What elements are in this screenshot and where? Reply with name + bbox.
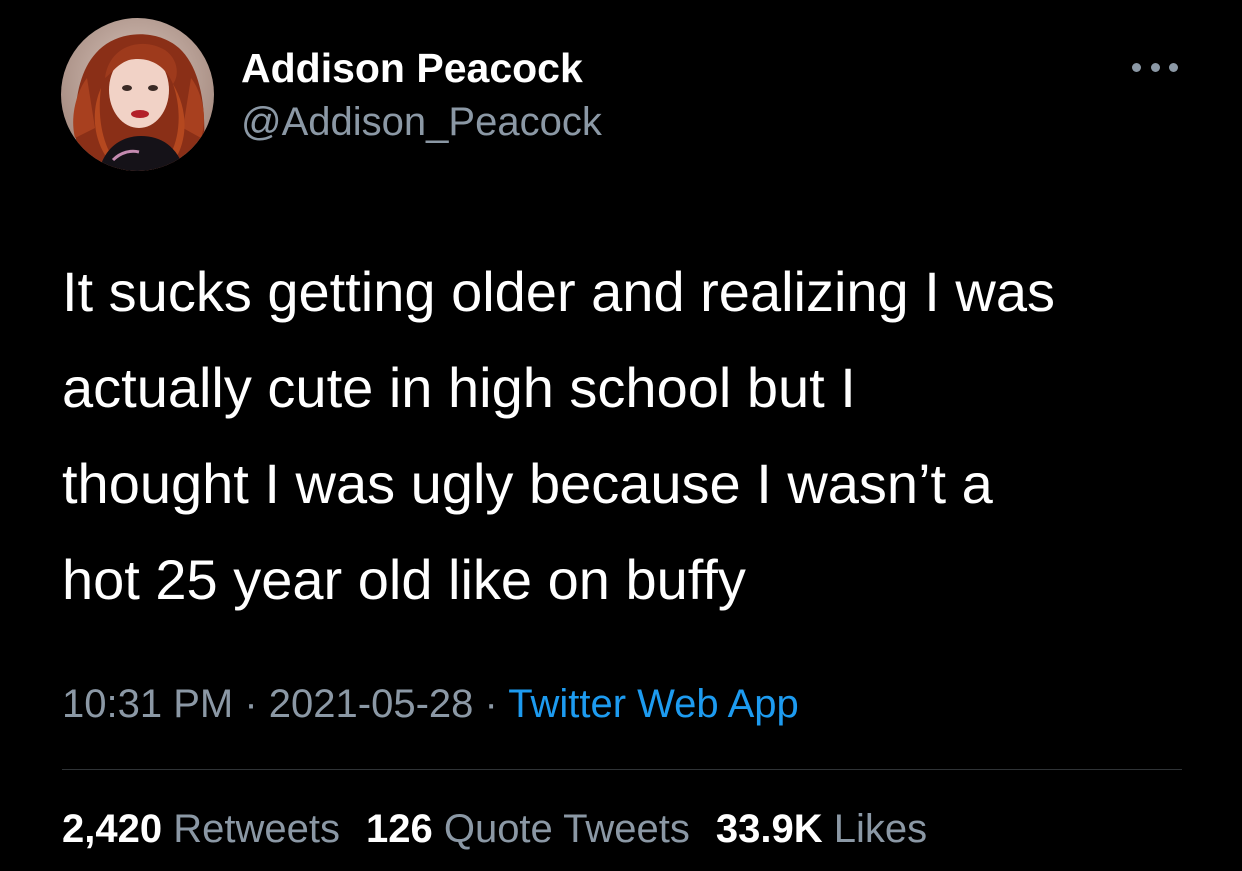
profile-photo-icon: [61, 18, 214, 171]
likes-label: Likes: [833, 807, 928, 851]
tweet-text-line: hot 25 year old like on buffy: [62, 548, 746, 611]
tweet-text: It sucks getting older and realizing I w…: [62, 244, 1202, 628]
meta-separator: ·: [484, 682, 509, 726]
divider: [62, 769, 1182, 770]
tweet-stats: 2,420 Retweets 126 Quote Tweets 33.9K Li…: [62, 805, 953, 853]
more-dot: [1150, 62, 1160, 72]
tweet-text-line: It sucks getting older and realizing I w…: [62, 260, 1055, 323]
tweet-text-line: thought I was ugly because I wasn’t a: [62, 452, 993, 515]
retweets-stat[interactable]: 2,420 Retweets: [62, 805, 340, 853]
likes-stat[interactable]: 33.9K Likes: [716, 805, 927, 853]
more-dot: [1169, 62, 1178, 72]
tweet-metadata: 10:31 PM · 2021-05-28 · Twitter Web App: [62, 680, 799, 728]
tweet-time[interactable]: 10:31 PM: [62, 682, 233, 726]
tweet-date[interactable]: 2021-05-28: [269, 682, 474, 726]
likes-count: 33.9K: [715, 807, 834, 851]
quote-tweets-label: Quote Tweets: [443, 807, 690, 851]
more-dot: [1132, 62, 1141, 72]
quote-tweets-stat[interactable]: 126 Quote Tweets: [366, 805, 690, 853]
tweet-text-line: actually cute in high school but I: [62, 356, 856, 419]
author-block[interactable]: Addison Peacock @Addison_Peacock: [241, 44, 602, 146]
tweet-source-link[interactable]: Twitter Web App: [508, 682, 799, 726]
meta-separator: ·: [244, 682, 269, 726]
avatar[interactable]: [61, 18, 214, 171]
retweets-count: 2,420: [62, 807, 174, 851]
display-name[interactable]: Addison Peacock: [241, 44, 602, 92]
retweets-label: Retweets: [173, 807, 340, 851]
quote-tweets-count: 126: [365, 807, 444, 851]
more-options-icon[interactable]: [1132, 57, 1178, 77]
user-handle[interactable]: @Addison_Peacock: [241, 98, 602, 146]
